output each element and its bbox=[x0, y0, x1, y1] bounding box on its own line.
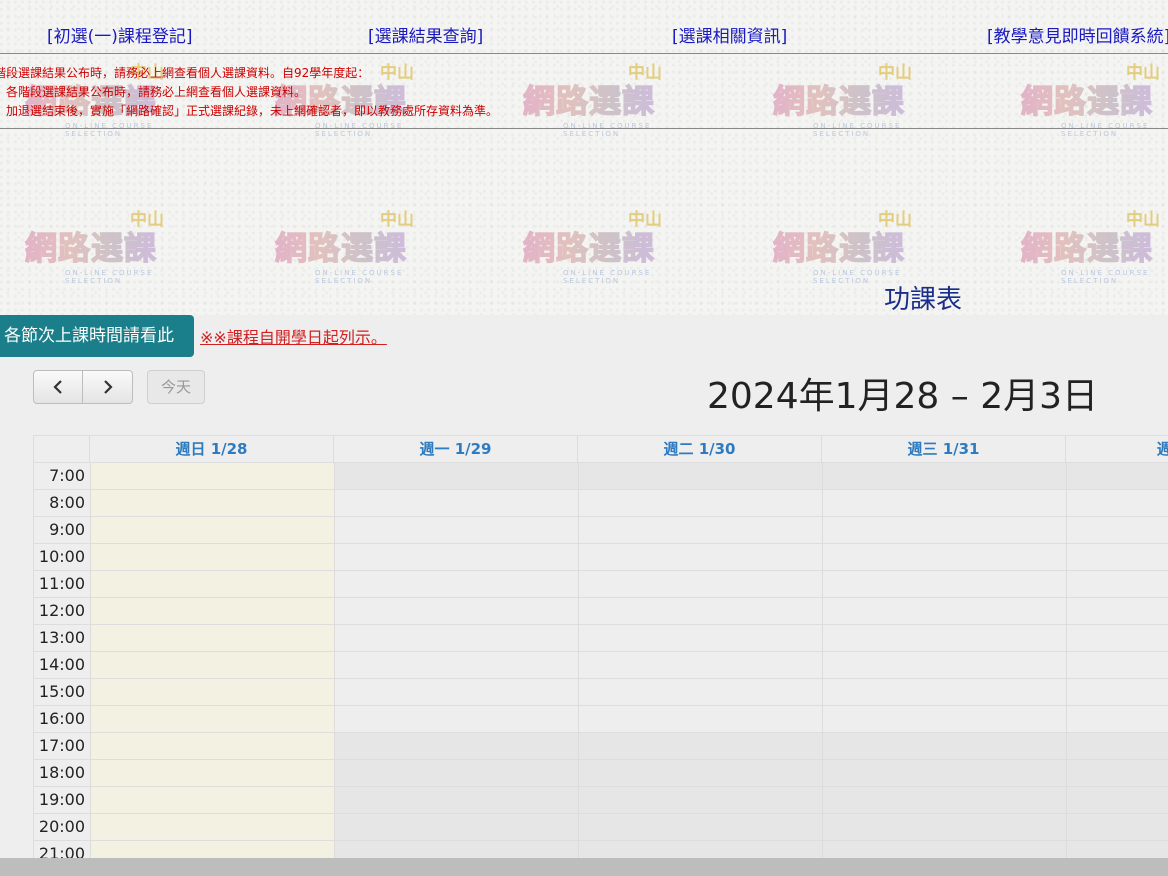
off-hours-shade bbox=[334, 787, 1168, 814]
top-menu: [初選(一)課程登記] [選課結果查詢] [選課相關資訊] [教學意見即時回饋系… bbox=[0, 22, 1168, 47]
time-row: 9:00 bbox=[33, 516, 1168, 543]
watermark-logo: 中山 網路選課 ON-LINE COURSE SELECTION bbox=[1020, 210, 1160, 285]
date-range-title: 2024年1月28 – 2月3日 bbox=[707, 376, 1099, 417]
column-divider bbox=[33, 462, 34, 858]
menu-selection-info[interactable]: [選課相關資訊] bbox=[672, 22, 787, 47]
watermark-logo: 中山 網路選課 ON-LINE COURSE SELECTION bbox=[274, 210, 414, 285]
chevron-right-icon bbox=[103, 380, 113, 394]
notice-line: 加退選結束後，實施「網路確認」正式選課紀錄，未上網確認者，即以教務處所存資料為準… bbox=[6, 104, 499, 118]
column-divider bbox=[578, 462, 579, 858]
off-hours-shade bbox=[334, 760, 1168, 787]
horizontal-scrollbar[interactable] bbox=[0, 858, 1168, 876]
time-label: 7:00 bbox=[49, 466, 85, 485]
time-label: 18:00 bbox=[38, 763, 85, 782]
time-label: 19:00 bbox=[38, 790, 85, 809]
off-hours-shade bbox=[334, 463, 1168, 490]
day-header: 週日 1/28 bbox=[90, 436, 334, 463]
time-row: 20:00 bbox=[33, 813, 1168, 841]
menu-selection-results[interactable]: [選課結果查詢] bbox=[368, 22, 483, 47]
time-row: 19:00 bbox=[33, 786, 1168, 814]
time-row: 15:00 bbox=[33, 678, 1168, 705]
time-label: 14:00 bbox=[38, 655, 85, 674]
time-row: 21:00 bbox=[33, 840, 1168, 858]
prev-week-button[interactable] bbox=[33, 370, 83, 404]
column-divider bbox=[334, 462, 335, 858]
time-label: 11:00 bbox=[38, 574, 85, 593]
time-label: 17:00 bbox=[38, 736, 85, 755]
time-row: 18:00 bbox=[33, 759, 1168, 787]
column-divider bbox=[822, 462, 823, 858]
calendar-header: 週日 1/28週一 1/29週二 1/30週三 1/31週四 2/1 bbox=[33, 435, 1168, 463]
day-header: 週一 1/29 bbox=[334, 436, 578, 463]
time-label: 15:00 bbox=[38, 682, 85, 701]
day-header: 週二 1/30 bbox=[578, 436, 822, 463]
week-nav bbox=[33, 370, 133, 404]
time-label: 8:00 bbox=[49, 493, 85, 512]
time-row: 7:00 bbox=[33, 462, 1168, 490]
off-hours-shade bbox=[334, 814, 1168, 841]
time-row: 16:00 bbox=[33, 705, 1168, 732]
class-time-button[interactable]: 各節次上課時間請看此 bbox=[0, 315, 194, 357]
header-area: 中山 網路選課 ON-LINE COURSE SELECTION 中山 網路選課 ON-L… bbox=[0, 0, 1168, 315]
time-label: 21:00 bbox=[38, 844, 85, 858]
time-row: 11:00 bbox=[33, 570, 1168, 597]
notice-line: 各階段選課結果公布時，請務必上網查看個人選課資料。 bbox=[6, 85, 307, 99]
time-label: 12:00 bbox=[38, 601, 85, 620]
time-label: 16:00 bbox=[38, 709, 85, 728]
time-label: 9:00 bbox=[49, 520, 85, 539]
time-row: 12:00 bbox=[33, 597, 1168, 624]
menu-course-registration[interactable]: [初選(一)課程登記] bbox=[47, 22, 193, 47]
next-week-button[interactable] bbox=[83, 370, 133, 404]
watermark-logo: 中山 網路選課 ON-LINE COURSE SELECTION bbox=[24, 210, 164, 285]
today-button[interactable]: 今天 bbox=[147, 370, 205, 404]
watermark-logo: 中山 網路選課 ON-LINE COURSE SELECTION bbox=[522, 210, 662, 285]
chevron-left-icon bbox=[53, 380, 62, 394]
day-header: 週三 1/31 bbox=[822, 436, 1066, 463]
menu-teaching-feedback[interactable]: [教學意見即時回饋系統] bbox=[987, 22, 1168, 47]
column-divider bbox=[90, 462, 91, 858]
time-row: 14:00 bbox=[33, 651, 1168, 678]
page-title: 功課表 bbox=[884, 285, 963, 315]
course-note-link[interactable]: ※※課程自開學日起列示。 bbox=[200, 324, 387, 348]
time-row: 10:00 bbox=[33, 543, 1168, 570]
time-label: 20:00 bbox=[38, 817, 85, 836]
time-axis-header bbox=[33, 436, 90, 463]
off-hours-shade bbox=[334, 841, 1168, 858]
notice-block: 階段選課結果公布時，請務必上網查看個人選課資料。自92學年度起： 各階段選課結果… bbox=[0, 64, 1168, 121]
time-label: 10:00 bbox=[38, 547, 85, 566]
off-hours-shade bbox=[334, 733, 1168, 760]
calendar: 週日 1/28週一 1/29週二 1/30週三 1/31週四 2/1 7:00 8… bbox=[33, 435, 1168, 858]
day-header: 週四 2/1 bbox=[1066, 436, 1168, 463]
divider bbox=[0, 53, 1168, 54]
time-row: 8:00 bbox=[33, 489, 1168, 516]
time-row: 13:00 bbox=[33, 624, 1168, 651]
column-divider bbox=[1066, 462, 1067, 858]
divider bbox=[0, 128, 1168, 129]
notice-line: 階段選課結果公布時，請務必上網查看個人選課資料。自92學年度起： bbox=[0, 66, 370, 80]
time-row: 17:00 bbox=[33, 732, 1168, 760]
time-label: 13:00 bbox=[38, 628, 85, 647]
calendar-body: 7:00 8:00 9:00 10:00 11:00 12:00 13:00 14:00 15:… bbox=[33, 462, 1168, 858]
